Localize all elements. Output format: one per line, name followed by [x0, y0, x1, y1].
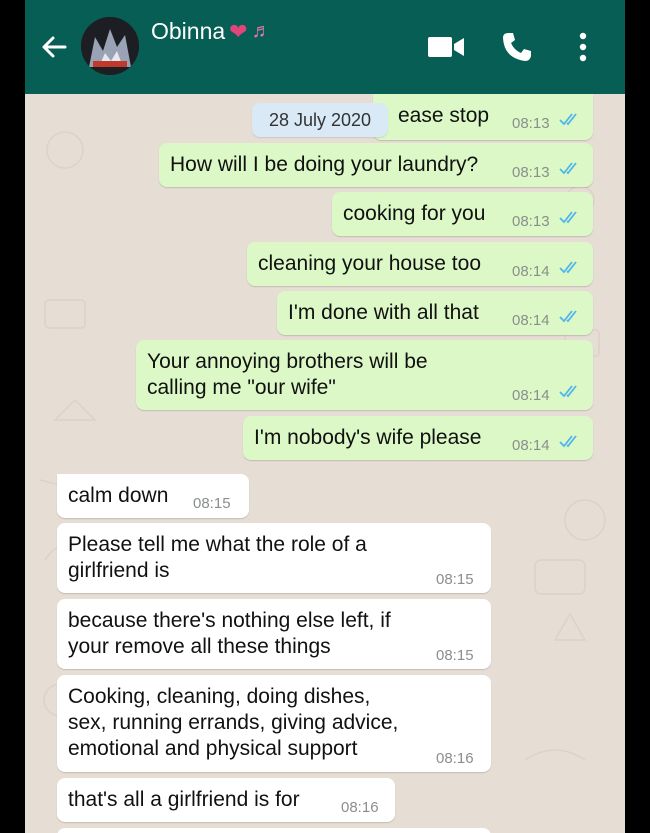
message-bubble-incoming[interactable]: calm down 08:15: [57, 474, 249, 518]
read-receipt-icon: [559, 211, 577, 224]
message-bubble-outgoing[interactable]: Your annoying brothers will be calling m…: [136, 340, 593, 410]
read-receipt-icon: [559, 113, 577, 126]
message-bubble-outgoing[interactable]: cleaning your house too 08:14: [247, 242, 593, 286]
arrow-left-icon[interactable]: [39, 32, 69, 62]
message-text: cooking for you: [343, 202, 486, 225]
message-time: 08:15: [436, 647, 474, 664]
message-text: Your annoying brothers will be calling m…: [147, 350, 428, 399]
message-text: because there's nothing else left, if yo…: [68, 609, 391, 658]
message-time: 08:15: [436, 571, 474, 588]
message-text: cleaning your house too: [258, 252, 481, 275]
music-notes-emoji-icon: ♬: [251, 20, 272, 42]
message-time: 08:15: [193, 495, 231, 512]
message-bubble-incoming[interactable]: because there's nothing else left, if yo…: [57, 599, 491, 669]
message-bubble-incoming[interactable]: Please tell me what the role of a girlfr…: [57, 523, 491, 593]
message-bubble-outgoing[interactable]: I'm done with all that 08:14: [277, 291, 593, 335]
heart-emoji-icon: ❤: [229, 18, 248, 44]
read-receipt-icon: [559, 261, 577, 274]
message-time: 08:16: [436, 750, 474, 767]
read-receipt-icon: [559, 435, 577, 448]
read-receipt-icon: [559, 310, 577, 323]
message-text: calm down: [68, 484, 169, 507]
read-receipt-icon: [559, 162, 577, 175]
contact-name: Obinna: [151, 18, 226, 44]
message-bubble-incoming[interactable]: Cooking, cleaning, doing dishes, sex, ru…: [57, 675, 491, 772]
avatar-image: [81, 17, 139, 75]
message-bubble-incoming[interactable]: that's all a girlfriend is for 08:16: [57, 778, 395, 822]
message-time: 08:14: [512, 387, 550, 404]
avatar[interactable]: [81, 17, 139, 75]
message-text: Cooking, cleaning, doing dishes, sex, ru…: [68, 685, 399, 760]
message-bubble-outgoing[interactable]: How will I be doing your laundry? 08:13: [159, 143, 593, 187]
message-time: 08:13: [512, 115, 550, 132]
message-text: that's all a girlfriend is for: [68, 788, 300, 811]
video-camera-icon[interactable]: [426, 33, 466, 61]
contact-title[interactable]: Obinna ❤ ♬: [151, 18, 272, 45]
message-time: 08:13: [512, 164, 550, 181]
message-bubble-incoming[interactable]: [57, 828, 491, 833]
message-text: I'm done with all that: [288, 301, 479, 324]
message-bubble-outgoing[interactable]: cooking for you 08:13: [332, 192, 593, 236]
chat-screen: Obinna ❤ ♬ 28 July 2020 ease stop 08:13 …: [25, 0, 625, 833]
phone-icon[interactable]: [500, 30, 534, 64]
message-bubble-outgoing[interactable]: ease stop 08:13: [373, 94, 593, 140]
message-text: How will I be doing your laundry?: [170, 153, 479, 176]
message-time: 08:14: [512, 263, 550, 280]
message-bubble-outgoing[interactable]: I'm nobody's wife please 08:14: [243, 416, 593, 460]
message-time: 08:16: [341, 799, 379, 816]
message-text: I'm nobody's wife please: [254, 426, 482, 449]
message-time: 08:13: [512, 213, 550, 230]
message-time: 08:14: [512, 312, 550, 329]
message-time: 08:14: [512, 437, 550, 454]
message-text: ease stop: [398, 104, 490, 127]
message-text: Please tell me what the role of a girlfr…: [68, 533, 367, 582]
more-vertical-icon[interactable]: [573, 30, 593, 64]
read-receipt-icon: [559, 385, 577, 398]
date-separator: 28 July 2020: [252, 103, 388, 137]
chat-header: Obinna ❤ ♬: [25, 0, 625, 94]
